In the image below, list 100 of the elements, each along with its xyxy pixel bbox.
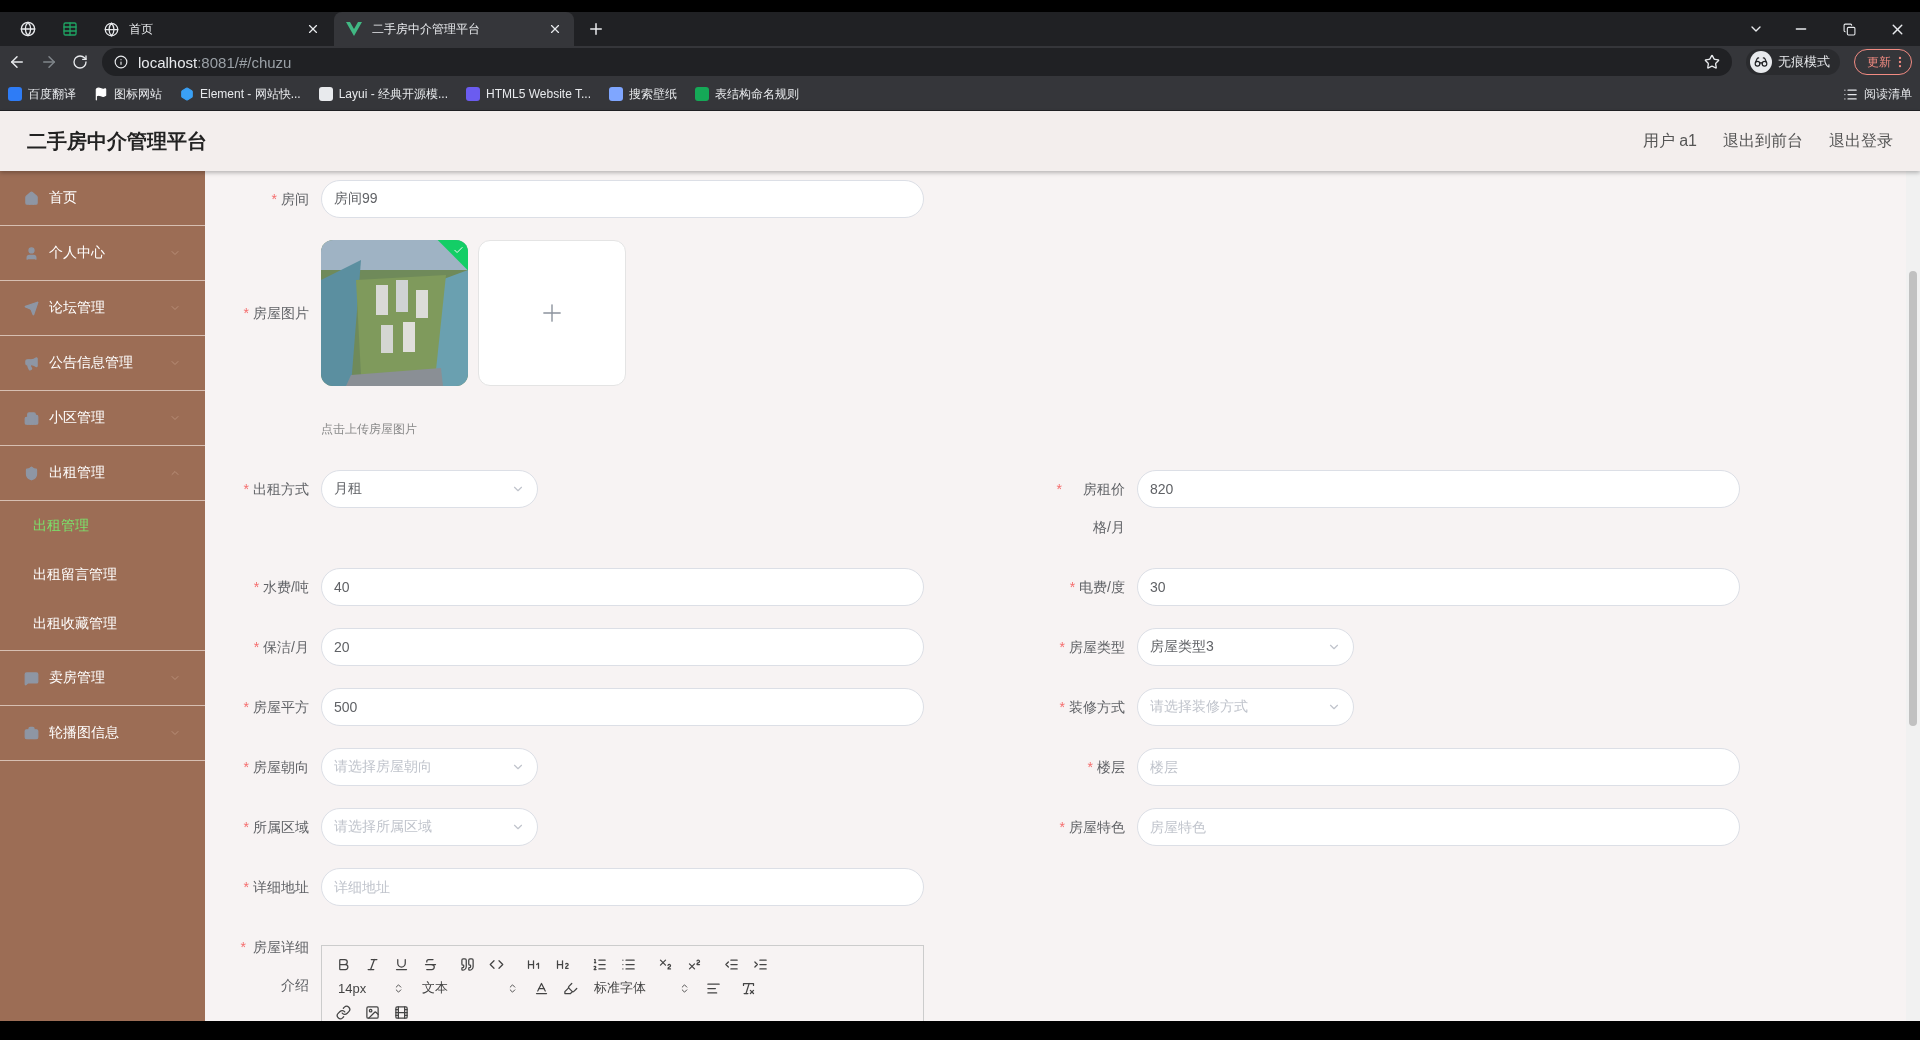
user-name: 用户 a1 [1642,130,1697,151]
input-field[interactable]: 30 [1137,568,1740,606]
input-field[interactable]: 详细地址 [321,868,924,906]
highlight-icon[interactable] [563,980,578,996]
sidebar-item[interactable]: 卖房管理 [0,651,205,706]
sidebar-item[interactable]: 轮播图信息 [0,706,205,761]
submenu-item[interactable]: 出租收藏管理 [0,599,205,648]
globe-icon [104,21,119,37]
updown-icon [679,982,690,994]
font-color-icon[interactable] [534,980,549,996]
font-family-select[interactable]: 标准字体 [592,979,692,997]
indent-icon[interactable] [753,956,768,972]
numbered-list-icon[interactable] [592,956,607,972]
film-icon[interactable] [394,1004,409,1020]
bookmark[interactable]: Layui - 经典开源模... [318,85,449,103]
chat-icon [24,670,39,686]
sidebar-item[interactable]: 论坛管理 [0,281,205,336]
bookmark[interactable]: 表结构命名规则 [695,85,799,103]
browser-tab[interactable]: 二手房中介管理平台 [334,12,574,46]
align-icon[interactable] [706,980,721,996]
input-field[interactable]: 40 [321,568,924,606]
italic-icon[interactable] [365,956,380,972]
outdent-icon[interactable] [724,956,739,972]
field-label: 装修方式 [1069,698,1125,717]
bookmark[interactable]: Element - 网站快... [180,85,301,103]
strikethrough-icon[interactable] [423,956,438,972]
select-field[interactable]: 月租 [321,470,538,508]
star-icon[interactable] [1704,54,1720,70]
field-label: 所属区域 [253,818,309,837]
sidebar-item[interactable]: 个人中心 [0,226,205,281]
bookmark[interactable]: HTML5 Website T... [466,87,591,101]
address-bar[interactable]: localhost:8081/#/chuzu [102,48,1732,76]
input-field[interactable]: 820 [1137,470,1740,508]
sidebar-item[interactable]: 出租管理 [0,446,205,501]
sidebar-item[interactable]: 公告信息管理 [0,336,205,391]
hexagon-icon [180,87,194,101]
select-field[interactable]: 房屋类型3 [1137,628,1354,666]
scrollbar-thumb[interactable] [1909,271,1917,726]
required-mark: * [271,190,277,209]
quote-icon[interactable] [460,956,475,972]
field-label: 详细地址 [253,878,309,897]
forward-icon[interactable] [40,53,58,71]
required-mark: * [1069,578,1076,597]
incognito-icon [1750,51,1772,73]
bookmark[interactable]: 图标网站 [94,85,162,103]
bullet-list-icon[interactable] [621,956,636,972]
reload-icon[interactable] [72,54,88,70]
required-mark: * [243,480,249,499]
field-label: 水费/吨 [263,578,309,597]
field-label: 保洁/月 [263,638,309,657]
field-label: 房屋特色 [1069,818,1125,837]
superscript-icon[interactable] [687,956,702,972]
updown-icon [393,982,404,994]
field-label: 楼层 [1097,758,1125,777]
font-size-select[interactable]: 14px [336,980,406,996]
spreadsheet-icon[interactable] [62,21,78,37]
sidebar-item[interactable]: 小区管理 [0,391,205,446]
bookmark-icon [466,87,481,101]
subscript-icon[interactable] [658,956,673,972]
required-mark: * [1059,698,1065,717]
back-icon[interactable] [8,53,26,71]
required-mark: * [253,578,260,597]
input-field[interactable]: 500 [321,688,924,726]
field-label: 房屋平方 [253,698,309,717]
image-icon[interactable] [365,1004,380,1020]
input-field[interactable]: 房间99 [321,180,924,218]
close-icon[interactable] [306,22,320,36]
required-mark: * [240,938,246,957]
field-label: 房屋详细介绍 [252,938,309,995]
link-icon[interactable] [336,1004,351,1020]
browser-tab[interactable]: 首页 [92,12,332,46]
user-icon [24,245,39,261]
input-field[interactable]: 楼层 [1137,748,1740,786]
required-mark: * [243,698,249,717]
reading-list-button[interactable]: 阅读清单 [1843,85,1912,103]
bookmark[interactable]: 搜索壁纸 [609,85,677,103]
restore-icon[interactable] [1842,22,1856,36]
clear-format-icon[interactable] [741,980,756,996]
submenu-item[interactable]: 出租留言管理 [0,550,205,599]
close-icon[interactable] [548,22,562,36]
profile-chip[interactable]: 无痕模式 [1746,49,1840,75]
bookmark[interactable]: 百度翻译 [8,85,76,103]
app-title: 二手房中介管理平台 [27,128,207,154]
heading-select[interactable]: 文本 [420,979,520,997]
list-icon [1843,86,1858,102]
underline-icon[interactable] [394,956,409,972]
new-tab-icon[interactable] [587,20,605,38]
header-link[interactable]: 退出到前台 [1723,130,1803,152]
v-logo-icon [346,22,362,36]
header-link[interactable]: 退出登录 [1829,130,1893,152]
field-label: 房屋朝向 [253,758,309,777]
bold-icon[interactable] [336,956,351,972]
required-mark: * [243,878,249,897]
globe-icon[interactable] [20,21,36,37]
field-label: 房屋图片 [253,304,309,323]
input-field[interactable]: 房屋特色 [1137,808,1740,846]
sidebar-item[interactable]: 首页 [0,171,205,226]
paper-plane-icon [24,300,39,316]
required-mark: * [1059,818,1065,837]
input-field[interactable]: 20 [321,628,924,666]
